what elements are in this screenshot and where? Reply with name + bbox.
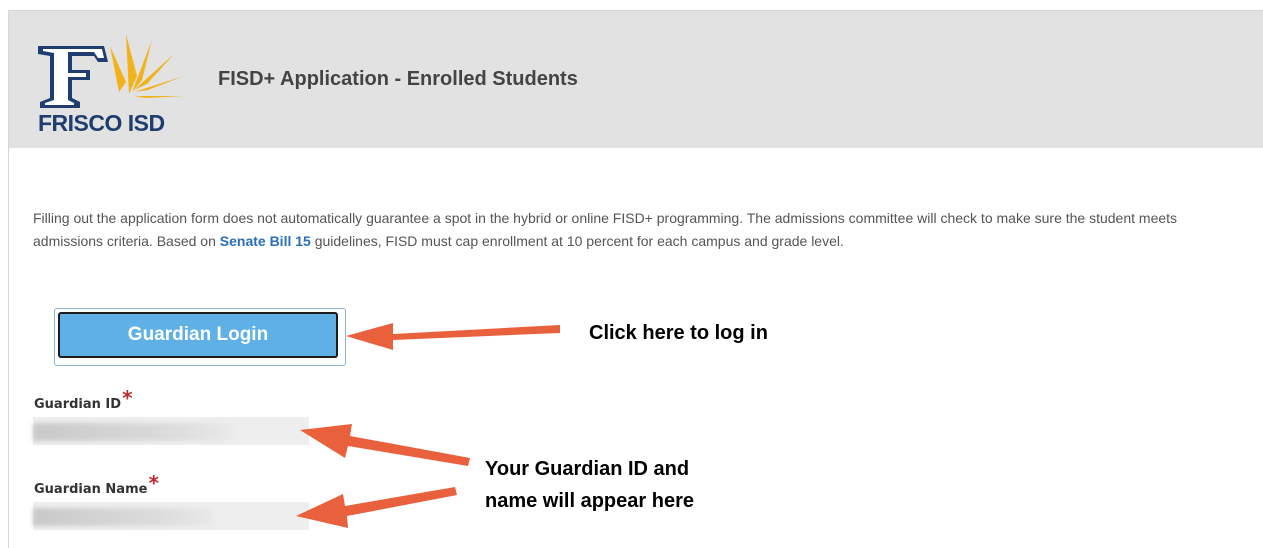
arrow-to-login-icon [346, 323, 560, 350]
field-callout-line2: name will appear here [485, 490, 694, 512]
arrow-to-name-icon [296, 487, 457, 528]
login-callout: Click here to log in [589, 322, 768, 344]
field-callout-line1: Your Guardian ID and [485, 458, 690, 480]
arrow-to-id-icon [300, 424, 470, 466]
